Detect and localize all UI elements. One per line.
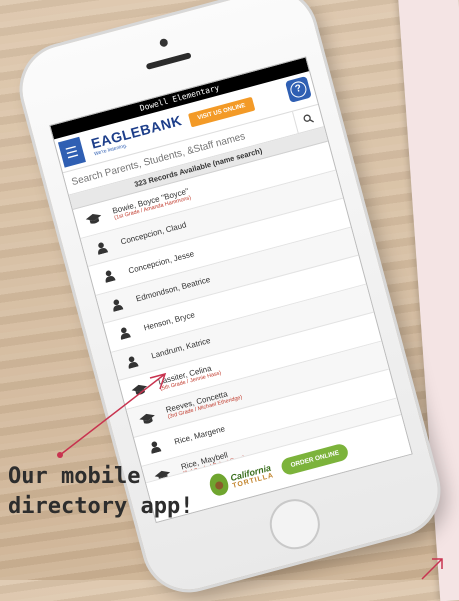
caption: Our mobile directory app!: [8, 462, 193, 522]
caption-line-1: Our mobile: [8, 464, 141, 489]
corner-arrow: [421, 558, 443, 580]
caption-line-2: directory app!: [8, 494, 194, 519]
